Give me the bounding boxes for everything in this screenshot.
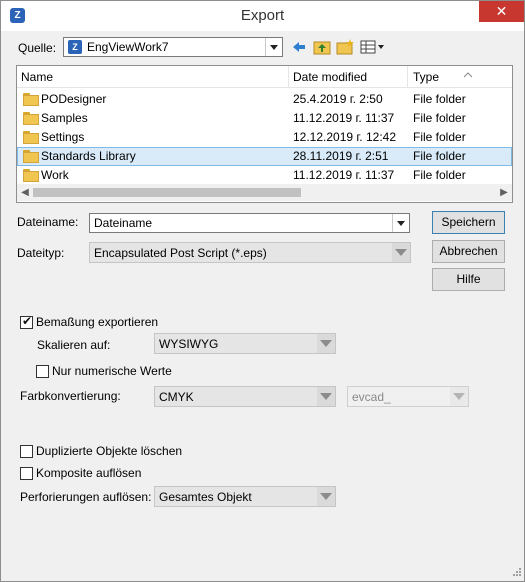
file-name: Standards Library xyxy=(41,149,136,163)
chevron-down-icon[interactable] xyxy=(317,487,335,506)
folder-icon xyxy=(23,112,39,125)
perforations-label: Perforierungen auflösen: xyxy=(20,490,152,504)
folder-icon xyxy=(23,93,39,106)
file-list-header: Name Date modified Type xyxy=(17,66,512,88)
filename-value: Dateiname xyxy=(94,216,153,230)
delete-duplicates-label[interactable]: Duplizierte Objekte löschen xyxy=(36,444,182,458)
column-header-name[interactable]: Name xyxy=(21,70,53,84)
file-type: File folder xyxy=(413,92,466,106)
explode-composites-label[interactable]: Komposite auflösen xyxy=(36,466,141,480)
filename-label: Dateiname: xyxy=(17,215,79,229)
chevron-down-icon[interactable] xyxy=(317,387,335,406)
scale-value: WYSIWYG xyxy=(159,337,219,351)
scroll-left-icon[interactable]: ◀ xyxy=(17,184,33,201)
up-folder-icon[interactable] xyxy=(313,39,331,55)
filename-input[interactable]: Dateiname xyxy=(89,213,410,233)
scrollbar-thumb[interactable] xyxy=(33,188,301,197)
file-row[interactable]: PODesigner 25.4.2019 г. 2:50 File folder xyxy=(17,90,512,109)
export-dimensions-checkbox[interactable] xyxy=(20,314,33,329)
column-header-date[interactable]: Date modified xyxy=(293,70,367,84)
file-type: File folder xyxy=(413,130,466,144)
chevron-down-icon xyxy=(450,387,468,406)
engview-logo-icon: Z xyxy=(68,40,82,54)
color-conversion-select[interactable]: CMYK xyxy=(154,386,336,407)
file-date: 12.12.2019 г. 12:42 xyxy=(293,130,397,144)
file-row[interactable]: Work 11.12.2019 г. 11:37 File folder xyxy=(17,166,512,185)
filetype-select[interactable]: Encapsulated Post Script (*.eps) xyxy=(89,242,411,263)
file-type: File folder xyxy=(413,168,466,182)
back-arrow-icon[interactable] xyxy=(291,39,307,55)
folder-icon xyxy=(23,131,39,144)
color-conversion-value: CMYK xyxy=(159,390,194,404)
window-title: Export xyxy=(240,7,285,24)
source-label: Quelle: xyxy=(18,41,57,55)
file-type: File folder xyxy=(413,111,466,125)
view-menu-icon[interactable] xyxy=(360,39,386,55)
color-conversion-label: Farbkonvertierung: xyxy=(20,389,121,403)
source-select[interactable]: Z EngViewWork7 xyxy=(63,37,283,57)
scale-label: Skalieren auf: xyxy=(37,338,111,352)
file-name: Samples xyxy=(41,111,88,125)
help-button[interactable]: Hilfe xyxy=(432,268,505,291)
horizontal-scrollbar[interactable]: ◀ ▶ xyxy=(17,184,512,201)
title-bar: Z Export ✕ xyxy=(1,1,524,31)
file-date: 11.12.2019 г. 11:37 xyxy=(293,111,395,125)
numeric-only-checkbox[interactable] xyxy=(36,365,49,378)
sort-ascending-icon xyxy=(463,67,473,78)
chevron-down-icon[interactable] xyxy=(392,243,410,262)
delete-duplicates-checkbox[interactable] xyxy=(20,445,33,458)
file-date: 25.4.2019 г. 2:50 xyxy=(293,92,383,106)
color-profile-value: evcad_ xyxy=(352,390,391,404)
scale-select[interactable]: WYSIWYG xyxy=(154,333,336,354)
file-name: Work xyxy=(41,168,69,182)
file-list[interactable]: Name Date modified Type PODesigner 25.4.… xyxy=(16,65,513,203)
file-row[interactable]: Samples 11.12.2019 г. 11:37 File folder xyxy=(17,109,512,128)
perforations-select[interactable]: Gesamtes Objekt xyxy=(154,486,336,507)
folder-icon xyxy=(23,150,39,163)
file-name: Settings xyxy=(41,130,85,144)
color-profile-select: evcad_ xyxy=(347,386,469,407)
export-dimensions-label[interactable]: Bemaßung exportieren xyxy=(36,315,158,329)
filetype-value: Encapsulated Post Script (*.eps) xyxy=(94,246,267,260)
close-button[interactable]: ✕ xyxy=(479,1,524,22)
folder-icon xyxy=(23,169,39,182)
column-divider[interactable] xyxy=(288,66,289,88)
chevron-down-icon[interactable] xyxy=(265,38,282,56)
file-date: 11.12.2019 г. 11:37 xyxy=(293,168,395,182)
file-name: PODesigner xyxy=(41,92,107,106)
resize-grip-icon[interactable] xyxy=(510,567,522,579)
filetype-label: Dateityp: xyxy=(17,246,65,260)
file-date: 28.11.2019 г. 2:51 xyxy=(293,149,389,163)
chevron-down-icon[interactable] xyxy=(317,334,335,353)
source-value: EngViewWork7 xyxy=(87,40,169,54)
explode-composites-checkbox[interactable] xyxy=(20,467,33,480)
file-row-selected[interactable]: Standards Library 28.11.2019 г. 2:51 Fil… xyxy=(17,147,512,166)
column-header-type[interactable]: Type xyxy=(413,70,439,84)
numeric-only-label[interactable]: Nur numerische Werte xyxy=(52,364,172,378)
new-folder-icon[interactable] xyxy=(336,38,355,55)
export-dialog: Z Export ✕ Quelle: Z EngViewWork7 Name D… xyxy=(0,0,525,582)
chevron-down-icon[interactable] xyxy=(392,214,409,232)
save-button[interactable]: Speichern xyxy=(432,211,505,234)
file-type: File folder xyxy=(413,149,466,163)
column-divider[interactable] xyxy=(407,66,408,88)
scroll-right-icon[interactable]: ▶ xyxy=(496,184,512,201)
cancel-button[interactable]: Abbrechen xyxy=(432,240,505,263)
file-row[interactable]: Settings 12.12.2019 г. 12:42 File folder xyxy=(17,128,512,147)
perforations-value: Gesamtes Objekt xyxy=(159,490,252,504)
